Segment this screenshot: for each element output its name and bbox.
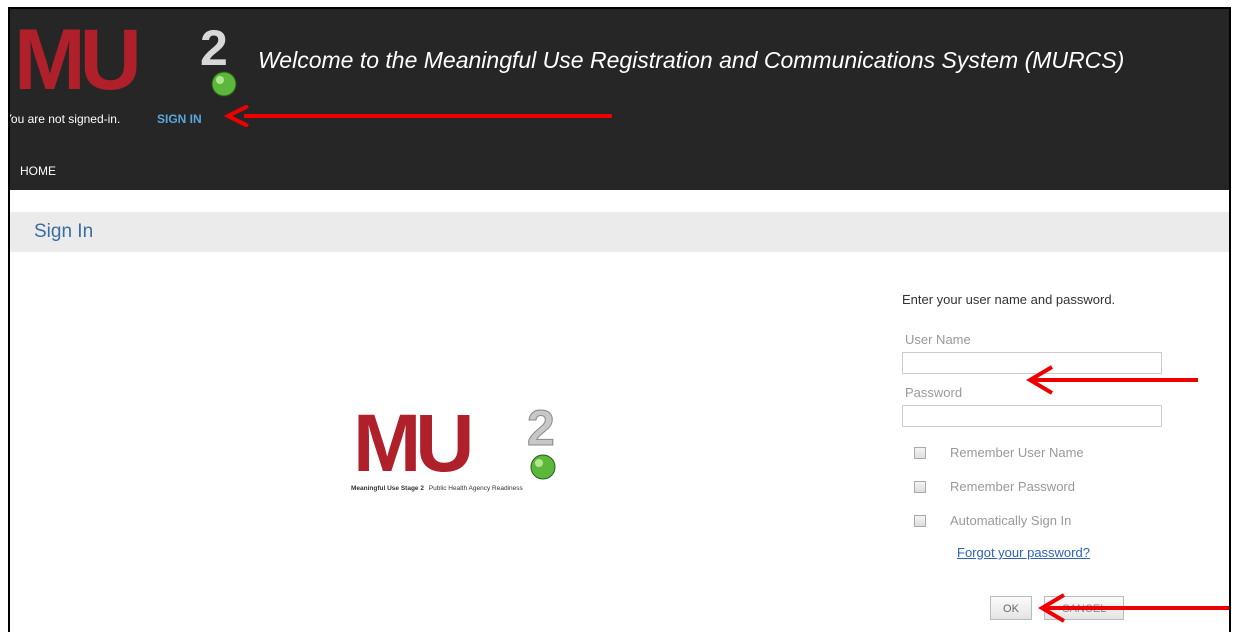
signin-status-text: You are not signed-in.: [8, 112, 121, 126]
auto-signin-label: Automatically Sign In: [950, 513, 1072, 528]
logo-text: MU: [14, 19, 137, 99]
auto-signin-checkbox[interactable]: [914, 514, 926, 527]
logo-tagline-rest: Public Health Agency Readiness: [429, 485, 524, 492]
remember-password-row[interactable]: Remember Password: [914, 479, 1075, 494]
remember-username-checkbox[interactable]: [914, 446, 926, 459]
username-label: User Name: [905, 332, 971, 347]
large-logo-green-dot: [530, 454, 556, 480]
remember-username-label: Remember User Name: [950, 445, 1084, 460]
annotation-arrow-icon: [1038, 593, 1229, 623]
site-header: MU 2 Welcome to the Meaningful Use Regis…: [10, 9, 1229, 190]
page-frame: MU 2 Welcome to the Meaningful Use Regis…: [8, 7, 1231, 632]
large-logo-text: MU: [353, 399, 470, 489]
logo-superscript: 2: [200, 20, 228, 76]
mu2-large-logo: MU 2 Meaningful Use Stage 2 Public Healt…: [351, 399, 556, 492]
nav-home-link[interactable]: HOME: [20, 164, 56, 178]
mu2-logo: MU 2: [14, 19, 237, 99]
page-title-bar: Sign In: [10, 212, 1229, 252]
auto-signin-row[interactable]: Automatically Sign In: [914, 513, 1071, 528]
remember-username-row[interactable]: Remember User Name: [914, 445, 1084, 460]
sign-in-link[interactable]: SIGN IN: [157, 112, 202, 126]
remember-password-label: Remember Password: [950, 479, 1075, 494]
logo-green-dot: [211, 71, 237, 97]
welcome-heading: Welcome to the Meaningful Use Registrati…: [258, 47, 1125, 73]
forgot-password-link[interactable]: Forgot your password?: [957, 545, 1090, 560]
large-logo-superscript: 2: [527, 400, 555, 456]
annotation-arrow-icon: [223, 105, 612, 127]
password-input[interactable]: [902, 405, 1162, 427]
svg-text:Meaningful Use Stage 2 P: Meaningful Use Stage 2 Public Health Age…: [351, 485, 523, 492]
form-instructions: Enter your user name and password.: [902, 292, 1116, 307]
logo-tagline-bold: Meaningful Use Stage 2: [351, 485, 424, 492]
remember-password-checkbox[interactable]: [914, 480, 926, 493]
ok-button[interactable]: OK: [990, 596, 1032, 620]
password-label: Password: [905, 385, 963, 400]
annotation-arrow-icon: [1026, 365, 1198, 395]
page-title: Sign In: [34, 221, 94, 242]
